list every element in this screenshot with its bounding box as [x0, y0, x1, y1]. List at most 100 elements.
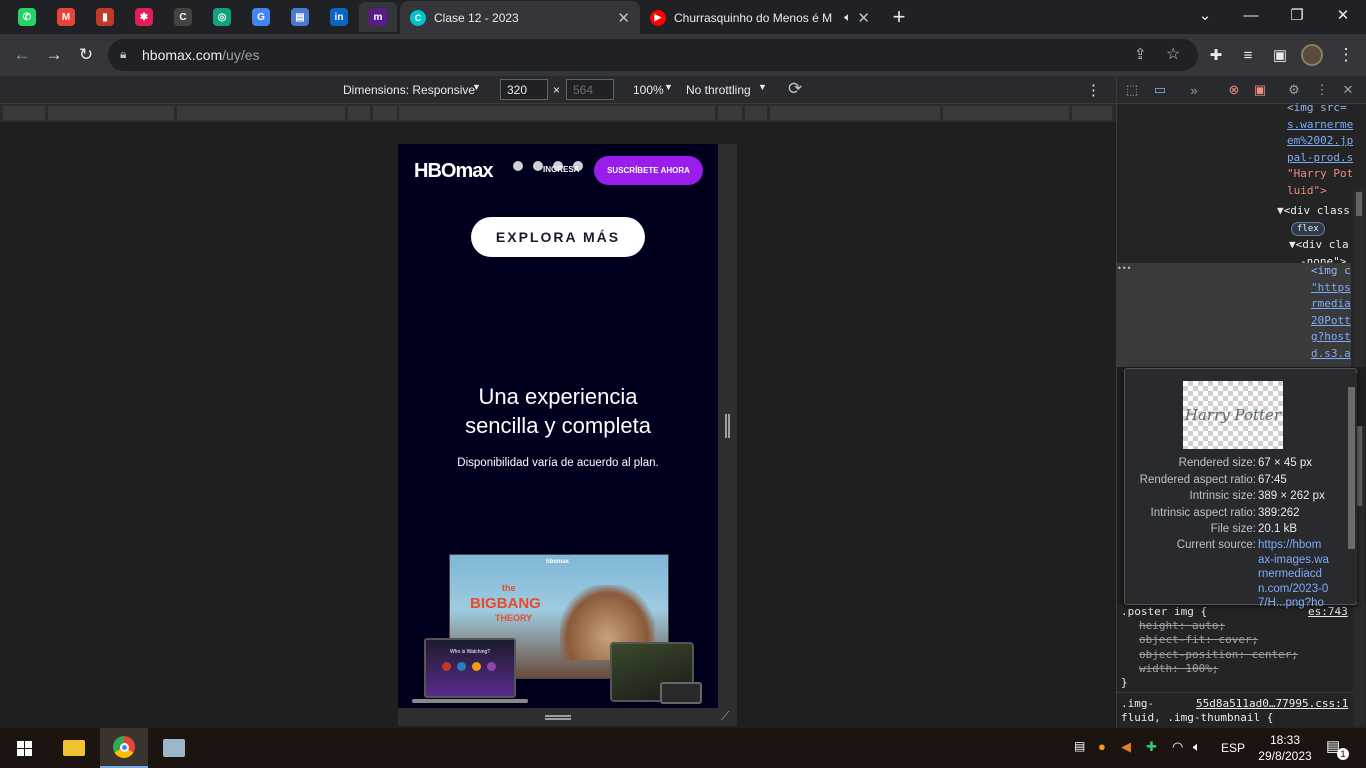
windows-start-icon[interactable] — [0, 728, 48, 768]
issues-icon[interactable]: ▣ — [1251, 81, 1269, 99]
rotate-icon[interactable]: ⟳ — [788, 79, 802, 99]
hbomax-tab[interactable]: m — [359, 2, 397, 32]
minimize-button[interactable]: — — [1228, 0, 1274, 30]
explore-button[interactable]: EXPLORA MÁS — [471, 217, 645, 257]
elements-code-line[interactable]: "Harry Pot — [1287, 166, 1353, 183]
devtools-menu-icon[interactable]: ⋮ — [1313, 81, 1331, 99]
chatgpt-tab[interactable]: ◎ — [203, 2, 241, 32]
width-input[interactable]: 320 — [500, 79, 548, 100]
language-indicator[interactable]: ESP — [1221, 741, 1245, 755]
tooltip-scrollbar[interactable] — [1346, 373, 1357, 602]
throttling-dropdown[interactable]: No throttling — [686, 83, 751, 97]
css-selector-2-cont[interactable]: fluid, .img-thumbnail { — [1121, 710, 1273, 727]
selected-code-line[interactable]: rmedia — [1311, 296, 1351, 313]
css-close-brace: } — [1121, 676, 1128, 689]
security-tray-icon[interactable]: ✚ — [1146, 739, 1157, 755]
errors-icon[interactable]: ⊗ — [1225, 81, 1243, 99]
css-property-overridden[interactable]: width: 100%; — [1139, 661, 1218, 678]
carousel-dot[interactable] — [513, 161, 523, 171]
carousel-dot[interactable] — [533, 161, 543, 171]
zoom-dropdown[interactable]: 100% — [633, 83, 664, 97]
div-node[interactable]: ▼<div cla — [1289, 237, 1349, 254]
wifi-icon[interactable]: ◠ — [1172, 739, 1183, 755]
source-url-line[interactable]: n.com/2023-0 — [1258, 583, 1328, 595]
new-tab-button[interactable]: + — [886, 4, 912, 30]
app-taskbar-icon[interactable] — [150, 728, 198, 768]
google-tab[interactable]: G — [242, 2, 280, 32]
chrome-taskbar-icon[interactable] — [100, 728, 148, 768]
elements-code-line[interactable]: pal-prod.s — [1287, 150, 1353, 167]
elements-code-line[interactable]: em%2002.jp — [1287, 133, 1353, 150]
file-explorer-icon[interactable] — [50, 728, 98, 768]
more-options-icon[interactable]: ⋮ — [1086, 81, 1101, 99]
bookmark-app-tab[interactable]: ▮ — [86, 2, 124, 32]
gmail-tab[interactable]: M — [47, 2, 85, 32]
clock[interactable]: 18:33 29/8/2023 — [1254, 732, 1316, 764]
close-tab-icon[interactable]: ✕ — [857, 9, 870, 27]
profile-avatar[interactable] — [1298, 41, 1326, 69]
tab-search-icon[interactable]: ⌄ — [1182, 0, 1228, 30]
div-node[interactable]: ▼<div class — [1277, 203, 1350, 220]
url-host: hbomax.com — [142, 47, 223, 63]
media-query-bar[interactable] — [0, 104, 1116, 122]
coder-tab[interactable]: C — [164, 2, 202, 32]
chrome-menu-icon[interactable]: ⋮ — [1332, 41, 1360, 69]
hbomax-logo[interactable]: HBOmax — [414, 160, 493, 183]
selected-node[interactable]: ••• <img c "https rmedia 20Pott g?host d.s3.a — [1117, 263, 1351, 367]
settings-gear-icon[interactable]: ⚙ — [1285, 81, 1303, 99]
whatsapp-tab[interactable]: ✆ — [8, 2, 46, 32]
maximize-button[interactable]: ❐ — [1274, 0, 1320, 30]
inspect-element-icon[interactable]: ⬚ — [1123, 81, 1141, 99]
tab-title: Clase 12 - 2023 — [434, 10, 519, 25]
height-input[interactable]: 564 — [566, 79, 614, 100]
selected-code-line[interactable]: 20Pott — [1311, 313, 1351, 330]
browser-toolbar: ← → ↻ 🔒︎ hbomax.com/uy/es ⇪ ☆ ✚ ≡ ▣ ⋮ — [0, 34, 1366, 76]
avast-tray-icon[interactable]: ● — [1098, 739, 1106, 754]
share-icon[interactable]: ⇪ — [1134, 45, 1147, 63]
reload-icon[interactable]: ↻ — [72, 41, 100, 69]
tab-clase-12[interactable]: C Clase 12 - 2023 ✕ — [400, 1, 640, 34]
slack-tab[interactable]: ✱ — [125, 2, 163, 32]
subscribe-button[interactable]: SUSCRÍBETE AHORA — [594, 156, 703, 185]
docs-tab[interactable]: ▤ — [281, 2, 319, 32]
docs-icon: ▤ — [291, 8, 309, 26]
address-bar[interactable]: 🔒︎ hbomax.com/uy/es ⇪ ☆ — [108, 39, 1198, 71]
tablet-tray-icon[interactable]: ▤ — [1074, 739, 1085, 753]
back-icon[interactable]: ← — [8, 41, 36, 69]
source-url-line[interactable]: https://hbom — [1258, 539, 1321, 551]
login-link[interactable]: INGRESA — [543, 165, 579, 174]
speaker-alert-tray-icon[interactable]: ◀ — [1121, 739, 1131, 755]
selected-code-line[interactable]: "https — [1311, 280, 1351, 297]
elements-code-line[interactable]: s.warnerme — [1287, 117, 1353, 134]
audio-icon[interactable]: 🔈︎ — [844, 10, 851, 25]
device-toggle-icon[interactable]: ▭ — [1151, 81, 1169, 99]
linkedin-tab[interactable]: in — [320, 2, 358, 32]
selected-code-line[interactable]: <img c — [1311, 263, 1351, 280]
gmail-icon: M — [57, 8, 75, 26]
forward-icon[interactable]: → — [40, 41, 68, 69]
resize-handle-bottom[interactable]: ⟋ — [398, 708, 737, 726]
source-url-line[interactable]: 7/H...png?ho — [1258, 597, 1324, 609]
bookmark-star-icon[interactable]: ☆ — [1166, 44, 1180, 64]
dimensions-dropdown[interactable]: Dimensions: Responsive — [343, 83, 475, 97]
volume-icon[interactable]: 🔈︎ — [1193, 739, 1201, 755]
close-tab-icon[interactable]: ✕ — [617, 9, 630, 27]
elements-code-line[interactable]: <img src= — [1287, 100, 1347, 117]
close-devtools-icon[interactable]: ✕ — [1339, 81, 1357, 99]
resize-corner-icon[interactable]: ⟋ — [721, 709, 729, 724]
close-window-button[interactable]: ✕ — [1320, 0, 1366, 30]
source-url-line[interactable]: rnermediacd — [1258, 568, 1322, 580]
media-controls-icon[interactable]: ≡ — [1234, 41, 1262, 69]
elements-scrollbar[interactable] — [1353, 189, 1365, 369]
side-panel-icon[interactable]: ▣ — [1266, 41, 1294, 69]
resize-handle-right[interactable] — [718, 144, 737, 708]
source-url-line[interactable]: ax-images.wa — [1258, 554, 1329, 566]
tab-churrasquinho[interactable]: ▶ Churrasquinho do Menos é M 🔈︎ ✕ — [640, 1, 880, 34]
selected-code-line[interactable]: g?host — [1311, 329, 1351, 346]
more-tabs-icon[interactable]: » — [1185, 81, 1203, 99]
flex-badge[interactable]: flex — [1291, 222, 1325, 236]
selected-code-line[interactable]: d.s3.a — [1311, 346, 1351, 363]
elements-code-line[interactable]: luid"> — [1287, 183, 1327, 200]
extensions-icon[interactable]: ✚ — [1202, 41, 1230, 69]
lock-icon[interactable]: 🔒︎ — [120, 47, 126, 62]
